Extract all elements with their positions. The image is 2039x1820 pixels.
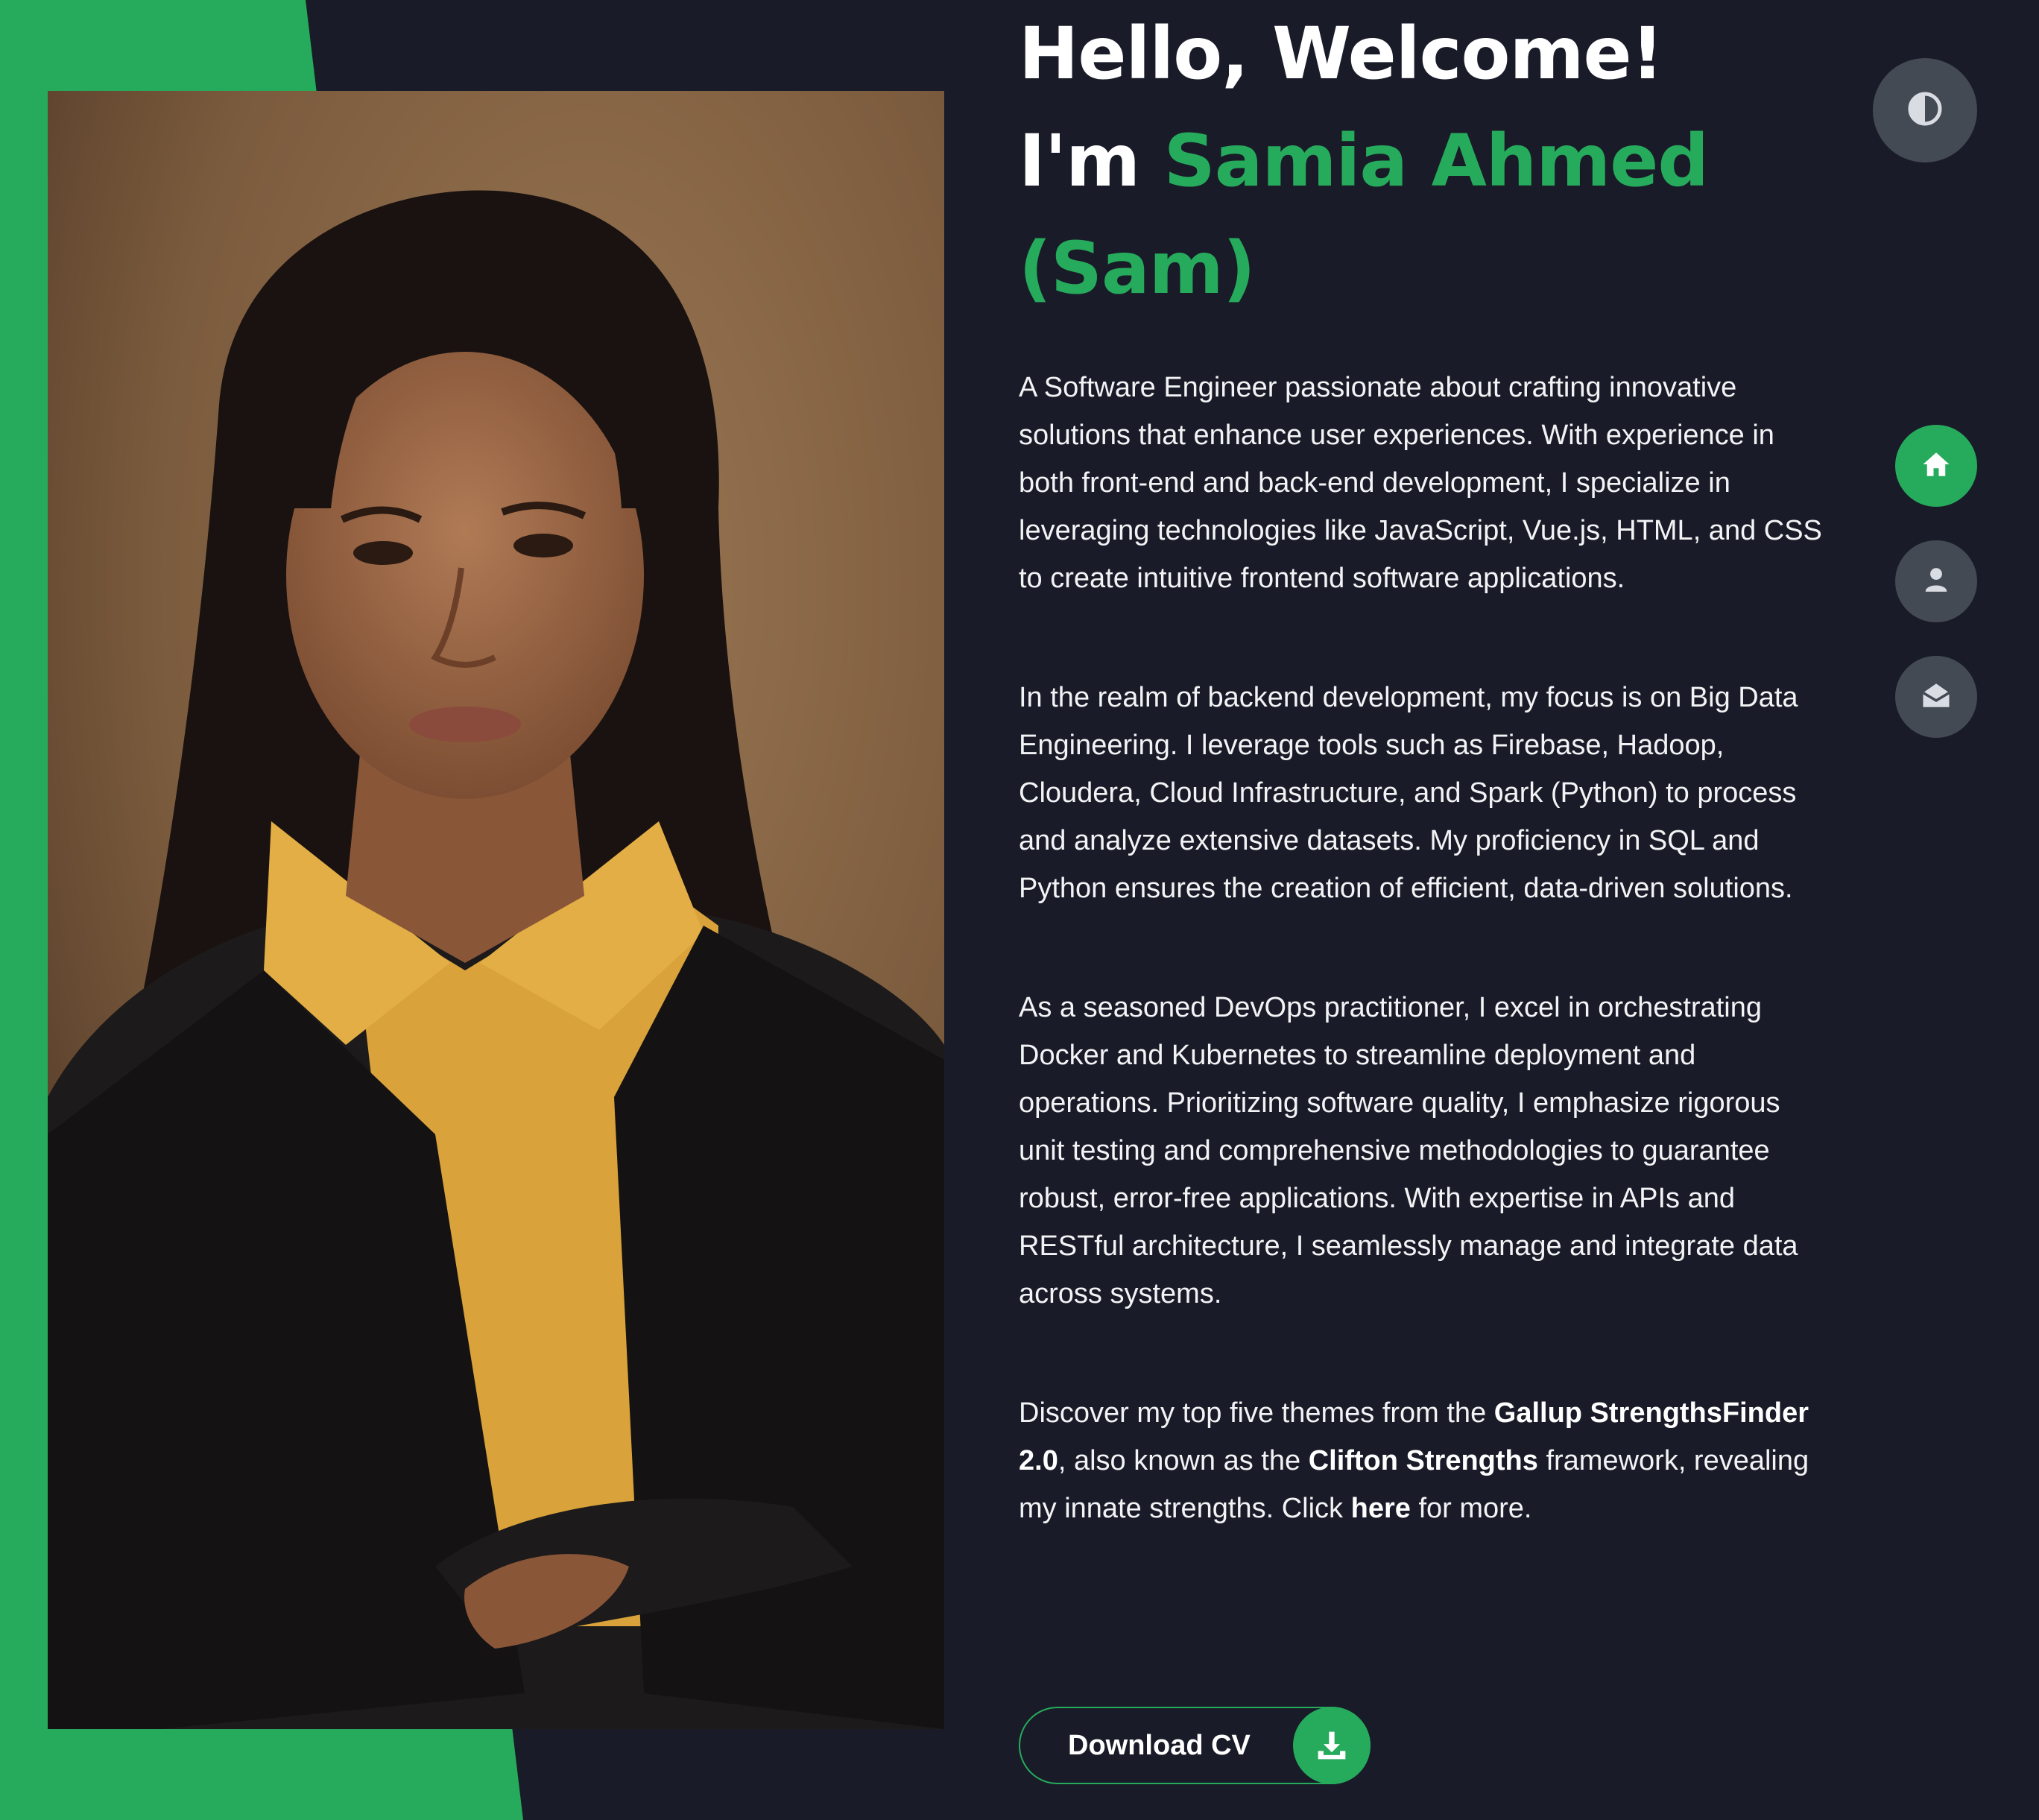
home-icon [1921,449,1952,484]
strengths-text-1: Discover my top five themes from the [1019,1397,1494,1429]
strengths-text-2: , also known as the [1058,1445,1309,1476]
download-cv-label: Download CV [1068,1730,1251,1761]
nav-contact-button[interactable] [1895,656,1977,738]
contrast-icon [1907,91,1943,130]
hero-name: Samia Ahmed [1163,119,1710,203]
bio-paragraph-backend: In the realm of backend development, my … [1019,682,1798,904]
hero-content: Hello, Welcome! I'm Samia Ahmed (Sam) A … [1019,0,1831,1604]
nav-home-button[interactable] [1895,425,1977,507]
hero-nickname: (Sam) [1019,227,1256,310]
download-icon [1293,1707,1371,1784]
profile-photo [48,91,944,1729]
bio-paragraph-strengths: Discover my top five themes from the Gal… [1019,1389,1831,1532]
greeting-text: Hello, Welcome! [1019,12,1663,95]
nav-about-button[interactable] [1895,540,1977,622]
bio-paragraph-frontend: A Software Engineer passionate about cra… [1019,372,1822,594]
bio-paragraph-devops: As a seasoned DevOps practitioner, I exc… [1019,992,1798,1309]
clifton-strengths-bold: Clifton Strengths [1308,1445,1538,1476]
hero-heading: Hello, Welcome! I'm Samia Ahmed (Sam) [1019,0,1831,322]
theme-toggle-button[interactable] [1873,58,1977,162]
envelope-open-icon [1921,680,1952,715]
intro-prefix: I'm [1019,119,1164,203]
user-icon [1922,566,1950,598]
download-cv-button[interactable]: Download CV [1019,1707,1371,1784]
strengths-text-4: for more. [1410,1493,1532,1524]
bio-section: A Software Engineer passionate about cra… [1019,364,1831,1532]
strengths-here-link[interactable]: here [1351,1493,1411,1524]
